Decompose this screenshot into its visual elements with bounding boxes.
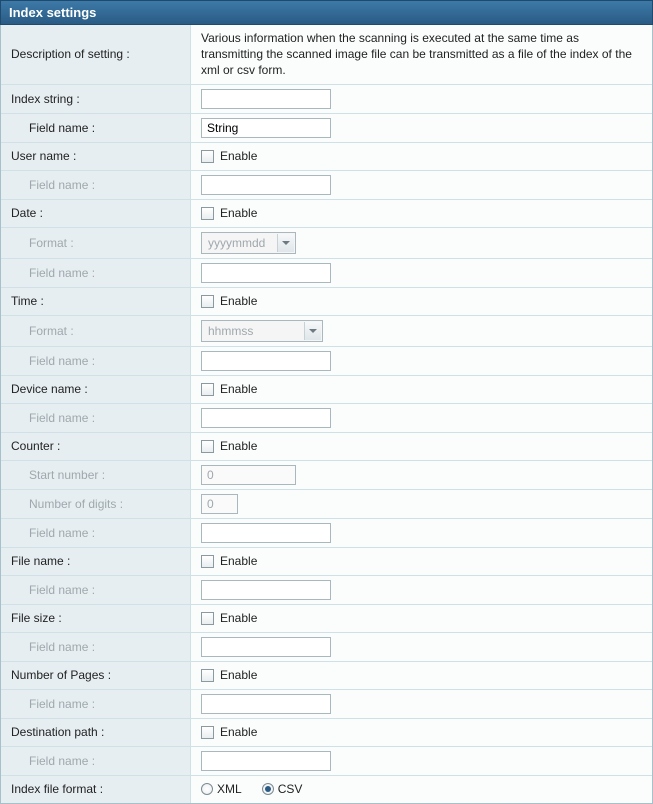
username-enable-label: Enable [220,149,257,163]
time-format-select[interactable]: hhmmss [201,320,323,342]
indexformat-csv-radio[interactable] [262,783,274,795]
filename-fieldname-input[interactable] [201,580,331,600]
destpath-fieldname-input[interactable] [201,751,331,771]
time-fieldname-input[interactable] [201,351,331,371]
index-string-fieldname-input[interactable] [201,118,331,138]
username-fieldname-input[interactable] [201,175,331,195]
filesize-enable-checkbox[interactable] [201,612,214,625]
indexformat-xml-radio[interactable] [201,783,213,795]
pages-enable-checkbox[interactable] [201,669,214,682]
date-format-label: Format : [1,228,191,258]
filename-fieldname-label: Field name : [1,576,191,604]
indexformat-label: Index file format : [1,776,191,803]
counter-startnumber-label: Start number : [1,461,191,489]
pages-fieldname-label: Field name : [1,690,191,718]
index-settings-panel: Description of setting : Various informa… [0,25,653,804]
devicename-fieldname-input[interactable] [201,408,331,428]
panel-title: Index settings [0,0,653,25]
devicename-label: Device name : [1,376,191,403]
devicename-fieldname-label: Field name : [1,404,191,432]
counter-digits-label: Number of digits : [1,490,191,518]
destpath-label: Destination path : [1,719,191,746]
counter-enable-checkbox[interactable] [201,440,214,453]
time-format-value: hhmmss [208,324,253,338]
filesize-enable-label: Enable [220,611,257,625]
chevron-down-icon [277,234,294,252]
devicename-enable-checkbox[interactable] [201,383,214,396]
destpath-enable-label: Enable [220,725,257,739]
filename-label: File name : [1,548,191,575]
date-enable-checkbox[interactable] [201,207,214,220]
username-enable-checkbox[interactable] [201,150,214,163]
counter-label: Counter : [1,433,191,460]
date-enable-label: Enable [220,206,257,220]
description-text: Various information when the scanning is… [191,25,652,84]
pages-enable-label: Enable [220,668,257,682]
filesize-label: File size : [1,605,191,632]
description-label: Description of setting : [1,25,191,84]
counter-fieldname-input[interactable] [201,523,331,543]
username-label: User name : [1,143,191,170]
date-fieldname-input[interactable] [201,263,331,283]
date-format-select[interactable]: yyyymmdd [201,232,296,254]
index-string-input[interactable] [201,89,331,109]
counter-fieldname-label: Field name : [1,519,191,547]
indexformat-xml-label: XML [217,782,242,796]
destpath-fieldname-label: Field name : [1,747,191,775]
index-string-label: Index string : [1,85,191,113]
devicename-enable-label: Enable [220,382,257,396]
time-fieldname-label: Field name : [1,347,191,375]
filename-enable-checkbox[interactable] [201,555,214,568]
counter-enable-label: Enable [220,439,257,453]
date-label: Date : [1,200,191,227]
pages-fieldname-input[interactable] [201,694,331,714]
pages-label: Number of Pages : [1,662,191,689]
chevron-down-icon [304,322,321,340]
time-format-label: Format : [1,316,191,346]
username-fieldname-label: Field name : [1,171,191,199]
time-label: Time : [1,288,191,315]
indexformat-csv-label: CSV [278,782,303,796]
date-fieldname-label: Field name : [1,259,191,287]
date-format-value: yyyymmdd [208,236,265,250]
filesize-fieldname-label: Field name : [1,633,191,661]
destpath-enable-checkbox[interactable] [201,726,214,739]
counter-digits-input[interactable] [201,494,238,514]
time-enable-checkbox[interactable] [201,295,214,308]
time-enable-label: Enable [220,294,257,308]
filesize-fieldname-input[interactable] [201,637,331,657]
filename-enable-label: Enable [220,554,257,568]
counter-startnumber-input[interactable] [201,465,296,485]
index-string-fieldname-label: Field name : [1,114,191,142]
